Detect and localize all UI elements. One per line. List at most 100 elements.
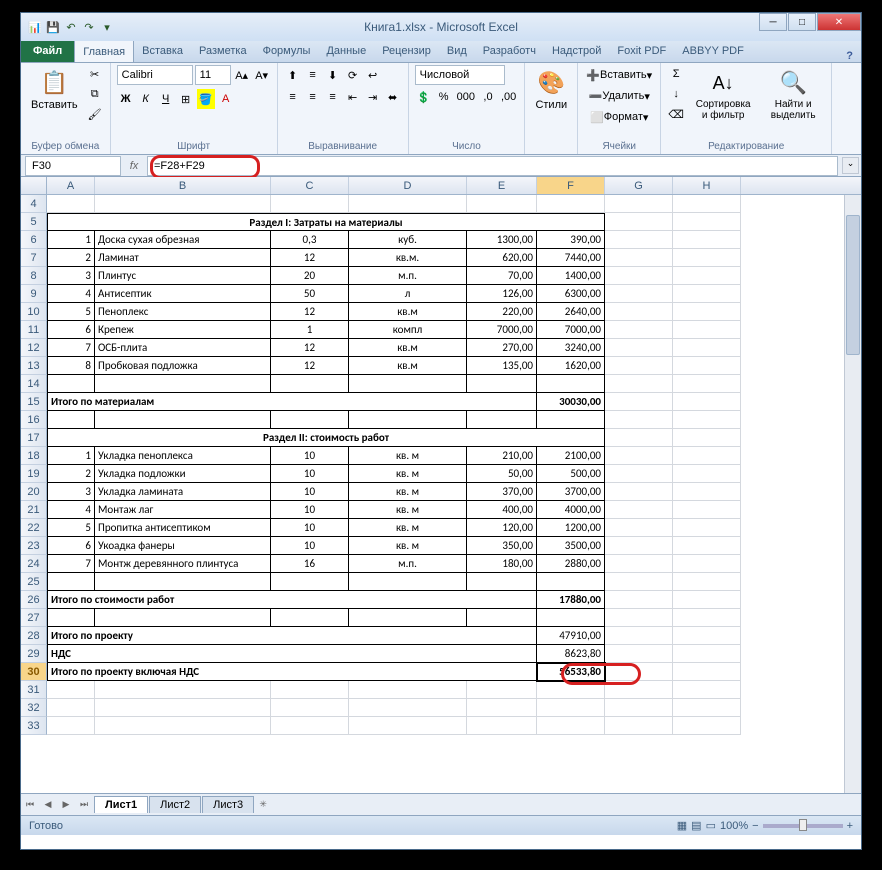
row-header[interactable]: 6 [21,231,47,249]
cell[interactable]: куб. [349,231,467,249]
zoom-slider[interactable] [763,824,843,828]
cell[interactable] [605,555,673,573]
row-header[interactable]: 27 [21,609,47,627]
row-header[interactable]: 13 [21,357,47,375]
col-header-A[interactable]: A [47,177,95,194]
cell[interactable]: 500,00 [537,465,605,483]
col-header-F[interactable]: F [537,177,605,194]
cell[interactable]: 5 [47,303,95,321]
cell[interactable] [605,231,673,249]
percent-icon[interactable]: % [435,87,453,107]
undo-icon[interactable]: ↶ [63,19,79,35]
row-header[interactable]: 8 [21,267,47,285]
cell[interactable] [605,213,673,231]
cell[interactable] [673,321,741,339]
cell[interactable]: Укоадка фанеры [95,537,271,555]
cell[interactable] [95,375,271,393]
cell[interactable]: 370,00 [467,483,537,501]
cell[interactable]: 5 [47,519,95,537]
cut-icon[interactable]: ✂ [86,65,104,83]
align-left-icon[interactable]: ≡ [284,87,302,107]
row-header[interactable]: 25 [21,573,47,591]
cell[interactable]: 10 [271,465,349,483]
fx-icon[interactable]: fx [125,157,143,175]
cell[interactable] [673,231,741,249]
cell[interactable]: 7440,00 [537,249,605,267]
find-select-button[interactable]: 🔍 Найти и выделить [761,65,825,123]
row-header[interactable]: 12 [21,339,47,357]
row-header[interactable]: 5 [21,213,47,231]
name-box[interactable]: F30 [25,156,121,176]
cell[interactable] [271,573,349,591]
tab-review[interactable]: Рецензир [374,40,439,62]
cell[interactable]: 10 [271,519,349,537]
font-name-select[interactable] [117,65,193,85]
cell[interactable]: Укладка ламината [95,483,271,501]
cell[interactable]: 16 [271,555,349,573]
cell[interactable] [47,375,95,393]
formula-input[interactable]: =F28+F29 [147,156,838,176]
cell[interactable]: 220,00 [467,303,537,321]
row-header[interactable]: 29 [21,645,47,663]
cell[interactable]: 10 [271,537,349,555]
tab-addins[interactable]: Надстрой [544,40,609,62]
shrink-font-icon[interactable]: A▾ [253,65,271,85]
cell[interactable] [349,681,467,699]
cell[interactable] [673,447,741,465]
close-button[interactable]: ✕ [817,13,861,31]
cell[interactable]: 7000,00 [537,321,605,339]
cell[interactable] [605,573,673,591]
cell[interactable] [673,393,741,411]
cell[interactable]: 17880,00 [537,591,605,609]
cell[interactable]: кв. м [349,465,467,483]
cell[interactable] [271,609,349,627]
currency-icon[interactable]: 💲 [415,87,433,107]
number-format-select[interactable] [415,65,505,85]
align-bottom-icon[interactable]: ⬇ [324,65,342,85]
cell[interactable] [673,195,741,213]
tab-insert[interactable]: Вставка [134,40,191,62]
align-middle-icon[interactable]: ≡ [304,65,322,85]
cell[interactable]: 1 [271,321,349,339]
cell[interactable] [605,411,673,429]
cell[interactable]: 12 [271,339,349,357]
cell[interactable]: 1300,00 [467,231,537,249]
cell[interactable]: 3 [47,267,95,285]
cell[interactable] [605,393,673,411]
col-header-C[interactable]: C [271,177,349,194]
cell[interactable]: 30030,00 [537,393,605,411]
cell[interactable] [349,717,467,735]
cell[interactable]: Итого по материалам [47,393,537,411]
cell[interactable] [537,573,605,591]
row-header[interactable]: 7 [21,249,47,267]
cell[interactable] [673,375,741,393]
wrap-text-icon[interactable]: ↩ [364,65,382,85]
sheet-nav-first-icon[interactable]: ⏮ [21,796,39,814]
cell[interactable] [47,411,95,429]
cell[interactable] [349,375,467,393]
cell[interactable] [271,699,349,717]
cell[interactable] [605,537,673,555]
row-header[interactable]: 18 [21,447,47,465]
dec-decimal-icon[interactable]: ,00 [499,87,518,107]
sheet-tab-3[interactable]: Лист3 [202,796,254,813]
cell[interactable]: 6300,00 [537,285,605,303]
cell[interactable]: 1620,00 [537,357,605,375]
cell[interactable]: 12 [271,249,349,267]
cell[interactable] [95,699,271,717]
col-header-G[interactable]: G [605,177,673,194]
cell[interactable]: 2 [47,465,95,483]
cell[interactable] [467,573,537,591]
cell[interactable]: 3 [47,483,95,501]
cell[interactable]: компл [349,321,467,339]
cell[interactable]: Пропитка антисептиком [95,519,271,537]
cell[interactable] [673,591,741,609]
cell[interactable] [605,303,673,321]
cell[interactable]: кв.м [349,339,467,357]
row-header[interactable]: 31 [21,681,47,699]
row-header[interactable]: 26 [21,591,47,609]
cell[interactable] [673,249,741,267]
scrollbar-thumb[interactable] [846,215,860,355]
cell[interactable] [605,645,673,663]
cell[interactable] [605,717,673,735]
